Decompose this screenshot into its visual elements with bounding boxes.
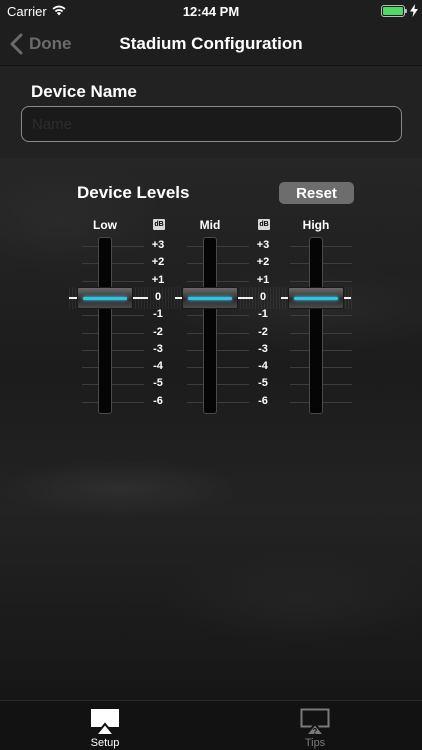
zero-tick <box>69 296 77 299</box>
tab-tips-label: Tips <box>304 737 326 749</box>
db-scale-label: 0 <box>154 290 162 303</box>
scale-tick <box>187 332 249 334</box>
slider-indicator-line <box>188 296 232 300</box>
airplay-question-icon: ? <box>300 708 330 736</box>
db-icon: dB <box>258 219 270 230</box>
reset-button[interactable]: Reset <box>279 182 354 204</box>
scale-tick <box>187 315 249 317</box>
device-name-input[interactable] <box>21 106 402 142</box>
db-scale-label: -6 <box>153 394 163 407</box>
scale-tick <box>187 384 249 386</box>
slider-label-mid: Mid <box>199 218 221 232</box>
slider-track-mid[interactable] <box>203 237 217 414</box>
slider-handle-mid[interactable] <box>182 286 238 309</box>
slider-handle-high[interactable] <box>288 286 344 309</box>
db-scale-label: -3 <box>153 342 163 355</box>
status-time: 12:44 PM <box>182 4 240 19</box>
slider-label-low: Low <box>93 218 117 232</box>
slider-indicator-line <box>83 296 127 300</box>
zero-tick <box>343 296 351 299</box>
scale-tick <box>187 246 249 247</box>
airplay-icon <box>91 709 119 736</box>
scale-tick <box>82 367 144 369</box>
device-levels-title: Device Levels <box>77 183 190 202</box>
scale-tick <box>187 367 249 369</box>
scale-tick <box>82 384 144 386</box>
db-scale-label: +3 <box>151 239 165 251</box>
scale-tick <box>187 401 249 403</box>
scale-tick <box>82 401 144 403</box>
scale-tick <box>82 280 144 282</box>
tab-setup-label: Setup <box>90 737 120 749</box>
slider-indicator-line <box>294 296 338 300</box>
scale-tick <box>82 246 144 247</box>
scale-tick <box>82 315 144 317</box>
db-scale-label: -1 <box>153 308 163 321</box>
charging-bolt-icon <box>410 4 418 17</box>
db-scale-label: -6 <box>258 394 268 407</box>
db-scale-label: +2 <box>256 256 270 269</box>
tab-setup[interactable]: Setup <box>55 701 155 750</box>
db-scale-label: -4 <box>153 360 163 373</box>
page-title: Stadium Configuration <box>119 34 303 53</box>
navigation-bar: Done Stadium Configuration <box>0 22 422 66</box>
scale-tick <box>187 280 249 282</box>
scale-tick <box>187 263 249 265</box>
tab-tips[interactable]: ? Tips <box>265 701 365 750</box>
db-scale-label: -5 <box>153 377 163 390</box>
scale-tick <box>187 349 249 351</box>
slider-track-low[interactable] <box>98 237 112 414</box>
db-scale-label: -4 <box>258 360 268 373</box>
db-scale-label: -3 <box>258 342 268 355</box>
db-scale-label: 0 <box>259 290 267 303</box>
device-name-label: Device Name <box>31 82 137 101</box>
device-name-section: Device Name <box>0 66 422 158</box>
battery-icon <box>381 5 407 17</box>
slider-label-high: High <box>302 218 330 232</box>
svg-text:?: ? <box>313 727 318 736</box>
slider-handle-low[interactable] <box>77 286 133 309</box>
scale-tick <box>82 349 144 351</box>
scale-tick <box>82 332 144 334</box>
slider-track-high[interactable] <box>309 237 323 414</box>
db-scale-label: +2 <box>151 256 165 269</box>
status-bar: Carrier 12:44 PM <box>0 0 422 22</box>
db-scale-label: -2 <box>258 325 268 338</box>
device-levels-panel: Device Levels Reset Low dB Mid dB High +… <box>0 158 422 700</box>
tab-bar: Setup ? Tips <box>0 700 422 750</box>
db-scale-label: +3 <box>256 239 270 251</box>
db-scale-label: +1 <box>151 273 165 286</box>
db-scale-label: -2 <box>153 325 163 338</box>
db-scale-label: -5 <box>258 377 268 390</box>
db-icon: dB <box>153 219 165 230</box>
db-scale-label: +1 <box>256 273 270 286</box>
db-scale-label: -1 <box>258 308 268 321</box>
scale-tick <box>82 263 144 265</box>
